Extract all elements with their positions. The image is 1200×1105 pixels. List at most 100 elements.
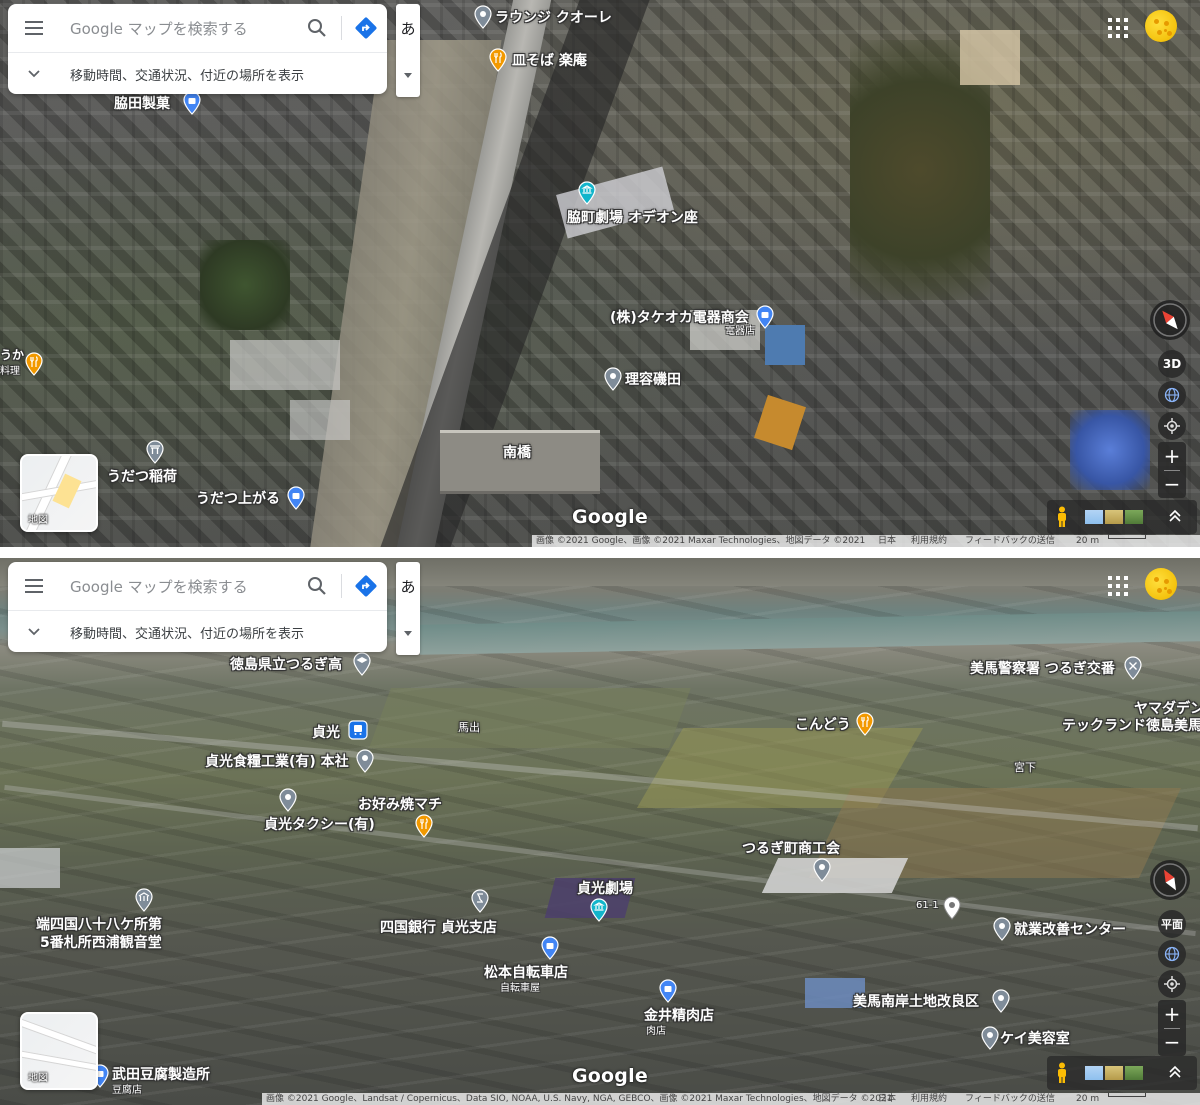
pegman-icon[interactable]	[1055, 1062, 1069, 1084]
globe-icon[interactable]	[1158, 940, 1186, 968]
footer-link-country[interactable]: 日本	[878, 1093, 896, 1105]
place-label: 四国銀行 貞光支店	[380, 920, 497, 936]
footer-link-feedback[interactable]: フィードバックの送信	[965, 1093, 1055, 1105]
apps-grid-icon[interactable]	[1108, 18, 1128, 38]
my-location-icon[interactable]	[1158, 412, 1186, 440]
expand-details-label: 移動時間、交通状況、付近の場所を表示	[70, 627, 305, 642]
train-station-icon	[348, 720, 368, 740]
menu-icon[interactable]	[22, 17, 46, 39]
pegman-icon[interactable]	[1055, 506, 1069, 528]
place-pin-icon	[356, 749, 374, 773]
divider	[341, 16, 342, 40]
ime-toggle[interactable]: あ	[396, 4, 420, 97]
minimap-label: 地図	[28, 515, 48, 526]
place-label: 5番札所西浦観音堂	[40, 935, 162, 951]
layer-thumbnail[interactable]	[1105, 510, 1123, 524]
place-label: うか	[0, 348, 25, 362]
place-label: 美馬南岸土地改良区	[853, 994, 979, 1010]
layer-thumbnail[interactable]	[1105, 1066, 1123, 1080]
expand-details-button[interactable]: 移動時間、交通状況、付近の場所を表示	[8, 611, 387, 652]
bridge-label: 南橋	[503, 445, 531, 461]
restaurant-icon	[25, 352, 43, 376]
restaurant-icon	[415, 814, 433, 838]
place-label: ラウンジ クオーレ	[495, 10, 612, 26]
expand-details-button[interactable]: 移動時間、交通状況、付近の場所を表示	[8, 53, 387, 94]
scale-label[interactable]: 20 m	[1076, 1093, 1099, 1105]
my-location-icon[interactable]	[1158, 970, 1186, 998]
layer-switcher-minimap[interactable]: 地図	[20, 454, 98, 532]
footer-link-feedback[interactable]: フィードバックの送信	[965, 535, 1055, 547]
caret-down-icon[interactable]	[403, 628, 413, 638]
search-input[interactable]	[68, 572, 292, 602]
place-label: こんどう	[795, 717, 851, 733]
compass-icon[interactable]	[1150, 860, 1190, 900]
place-label: 就業改善センター	[1014, 922, 1126, 938]
place-label: 徳島県立つるぎ高	[230, 657, 342, 673]
theater-icon	[578, 181, 596, 205]
footer-link-terms[interactable]: 利用規約	[911, 535, 947, 547]
directions-icon[interactable]	[354, 16, 378, 40]
layer-thumbnail[interactable]	[1085, 1066, 1103, 1080]
place-label: うだつ上がる	[196, 491, 280, 507]
chevron-down-icon	[28, 70, 40, 78]
attribution-bar: 画像 ©2021 Google、Landsat / Copernicus、Dat…	[0, 1093, 1200, 1105]
zoom-out-button[interactable]: −	[1158, 1028, 1186, 1056]
school-icon	[353, 652, 371, 676]
area-label: 宮下	[1014, 761, 1036, 774]
account-avatar[interactable]	[1145, 568, 1177, 600]
layer-thumbnail[interactable]	[1125, 510, 1143, 524]
compass-icon[interactable]	[1150, 300, 1190, 340]
roof	[290, 400, 350, 440]
search-icon[interactable]	[305, 16, 329, 40]
chevron-up-icon[interactable]	[1167, 508, 1183, 524]
view-toggle-2d[interactable]: 平面	[1158, 910, 1186, 938]
zoom-out-button[interactable]: −	[1158, 470, 1186, 498]
ime-mode-label[interactable]: あ	[396, 18, 420, 39]
shopping-icon	[659, 979, 677, 1003]
ime-toggle[interactable]: あ	[396, 562, 420, 655]
map-view-top[interactable]: ラウンジ クオーレ 皿そば 楽庵 脇田製菓 脇町劇場 オデオン座 (株)タケオカ…	[0, 0, 1200, 547]
place-category: 肉店	[646, 1026, 666, 1037]
place-label: 貞光タクシー(有)	[264, 817, 375, 833]
theater-icon	[590, 898, 608, 922]
layer-thumbnail[interactable]	[1125, 1066, 1143, 1080]
place-pin-icon	[604, 367, 622, 391]
apps-grid-icon[interactable]	[1108, 576, 1128, 596]
layer-thumbnail[interactable]	[1085, 510, 1103, 524]
chevron-up-icon[interactable]	[1167, 1064, 1183, 1080]
police-icon	[1124, 656, 1142, 680]
layer-switcher-minimap[interactable]: 地図	[20, 1012, 98, 1090]
zoom-in-button[interactable]: +	[1158, 1000, 1186, 1028]
footer-link-terms[interactable]: 利用規約	[911, 1093, 947, 1105]
account-avatar[interactable]	[1145, 10, 1177, 42]
roof	[765, 325, 805, 365]
search-icon[interactable]	[305, 574, 329, 598]
globe-icon[interactable]	[1158, 381, 1186, 409]
directions-icon[interactable]	[354, 574, 378, 598]
place-label: 美馬警察署 つるぎ交番	[970, 661, 1115, 677]
caret-down-icon[interactable]	[403, 70, 413, 80]
zoom-in-button[interactable]: +	[1158, 442, 1186, 470]
map-view-bottom[interactable]: 徳島県立つるぎ高 美馬警察署 つるぎ交番 ヤマダデン テックランド徳島美馬 貞光…	[0, 558, 1200, 1105]
shopping-icon	[183, 91, 201, 115]
place-label: うだつ稲荷	[107, 469, 177, 485]
ime-mode-label[interactable]: あ	[396, 576, 420, 597]
place-label: 貞光劇場	[577, 881, 633, 897]
search-box: 移動時間、交通状況、付近の場所を表示	[8, 4, 387, 94]
shrine-icon	[146, 440, 164, 464]
view-toggle-3d[interactable]: 3D	[1158, 350, 1186, 378]
place-category: 料理	[0, 366, 20, 377]
blue-tarp	[1070, 410, 1150, 490]
google-logo: Google	[572, 506, 648, 528]
shopping-icon	[541, 936, 559, 960]
place-label[interactable]: テックランド徳島美馬	[1062, 715, 1200, 735]
place-label: お好み焼マチ	[358, 797, 442, 813]
place-pin-icon	[813, 858, 831, 882]
scale-label[interactable]: 20 m	[1076, 535, 1099, 547]
expand-details-label: 移動時間、交通状況、付近の場所を表示	[70, 69, 305, 84]
footer-link-country[interactable]: 日本	[878, 535, 896, 547]
minimap-label: 地図	[28, 1073, 48, 1084]
shopping-icon	[756, 305, 774, 329]
search-input[interactable]	[68, 14, 292, 44]
menu-icon[interactable]	[22, 575, 46, 597]
